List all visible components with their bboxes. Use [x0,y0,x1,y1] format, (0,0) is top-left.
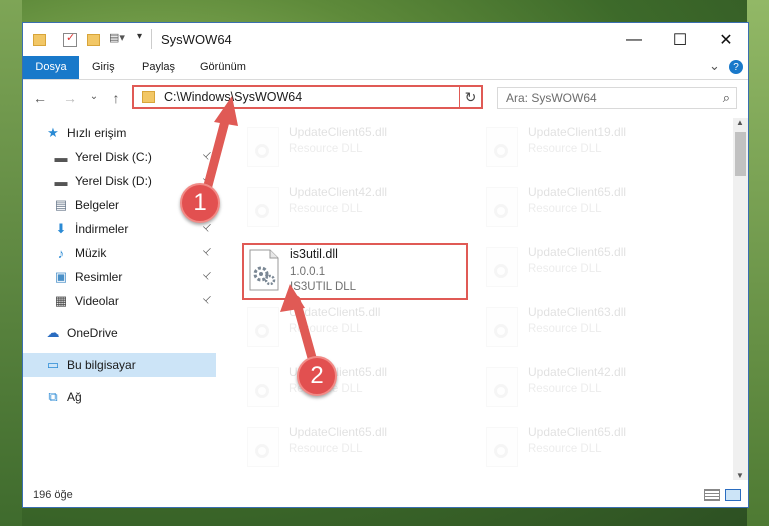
step-1-badge: 1 [180,183,220,223]
arrow-2-head [280,284,305,312]
annotation-arrows [201,96,321,377]
step-2-badge: 2 [297,356,337,396]
arrow-1-head [214,96,238,126]
